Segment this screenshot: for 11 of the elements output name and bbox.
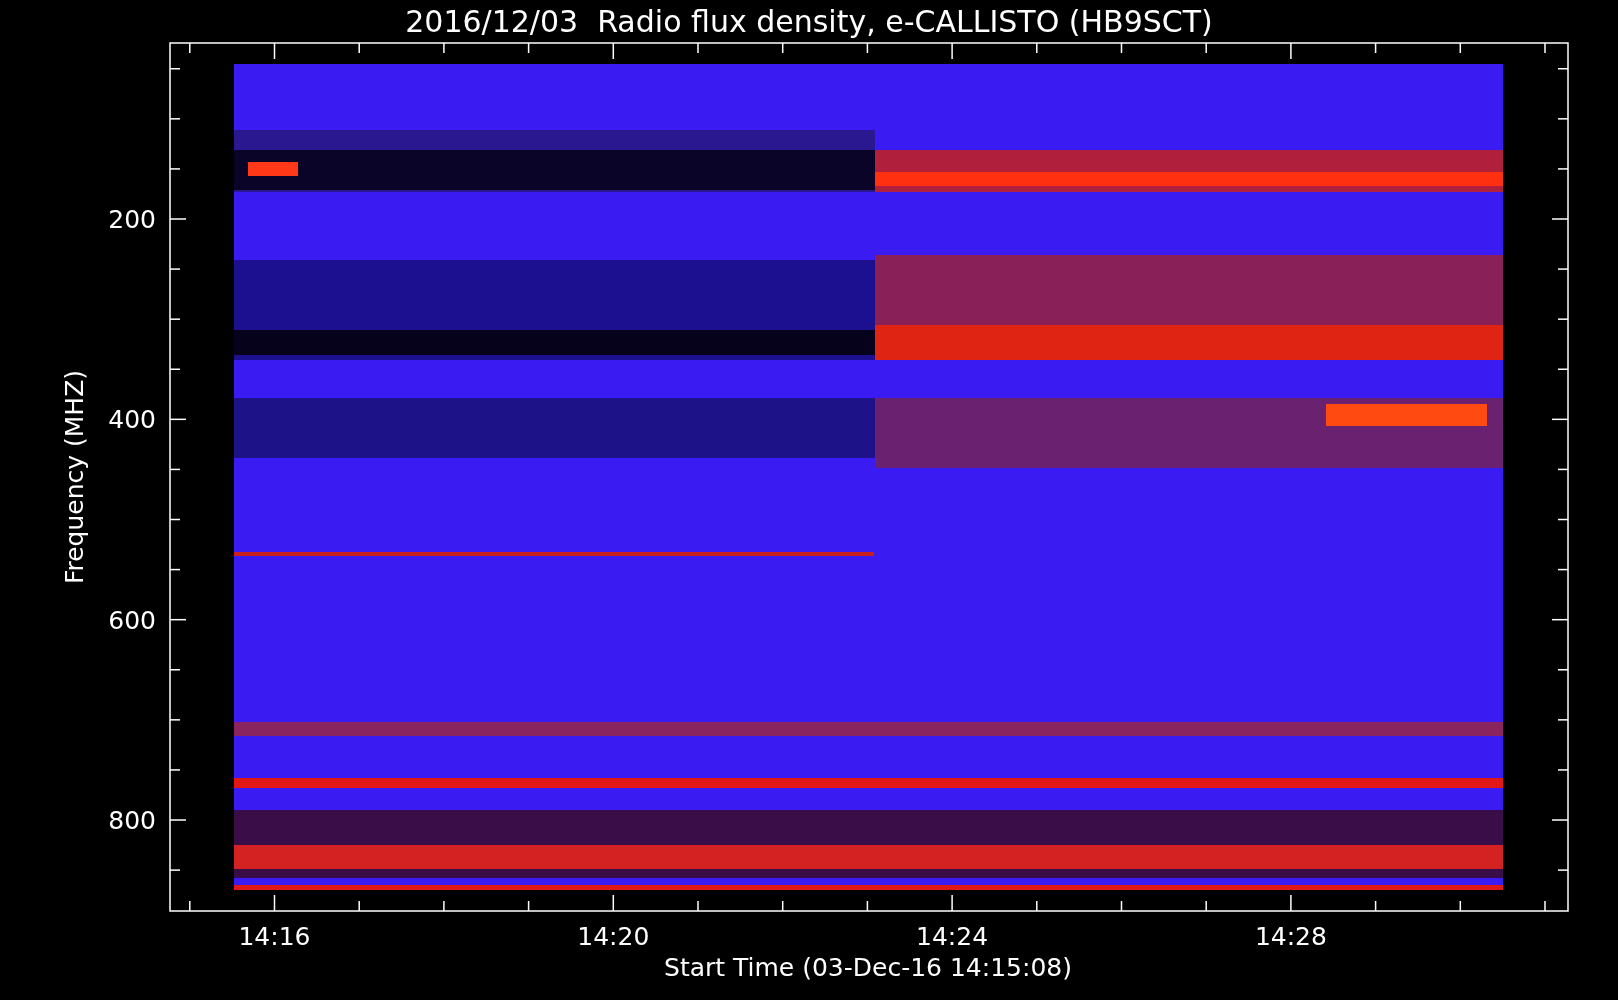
x-tick-label: 14:24 <box>916 922 989 951</box>
y-axis-label: Frequency (MHZ) <box>60 369 89 585</box>
y-tick-label: 600 <box>108 605 156 635</box>
y-tick-label: 800 <box>108 806 156 835</box>
x-tick-label: 14:20 <box>577 922 650 951</box>
x-axis-label: Start Time (03-Dec-16 14:15:08) <box>664 953 1072 982</box>
y-tick-label: 400 <box>108 405 156 435</box>
x-tick-label: 14:28 <box>1254 922 1327 951</box>
y-tick-label: 200 <box>108 205 156 234</box>
chart-title: 2016/12/03 Radio flux density, e-CALLISTO (HB9SCT) <box>405 4 1213 39</box>
x-tick-label: 14:16 <box>238 922 311 951</box>
